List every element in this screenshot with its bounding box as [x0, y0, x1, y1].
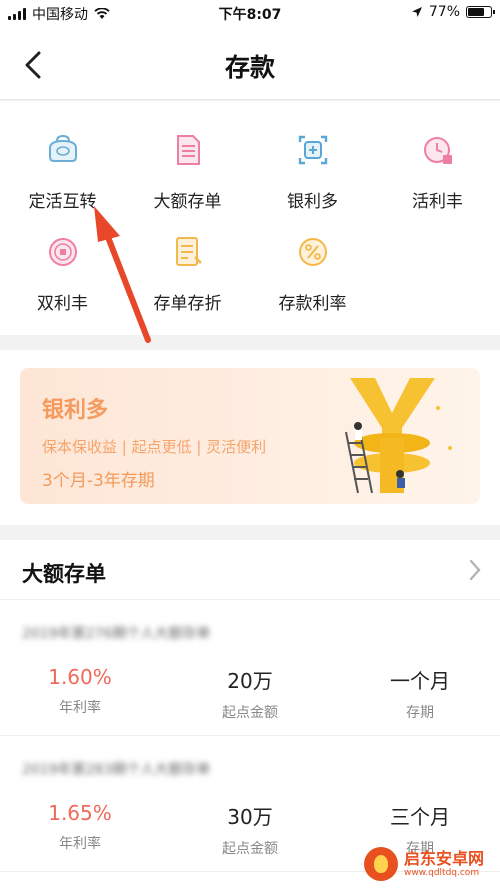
min-amount-value: 30万 [227, 805, 273, 829]
min-amount-label: 起点金额 [222, 841, 278, 857]
product-name: 2019年第283期个人大额存单 [22, 762, 211, 778]
menu-item-label: 存单存折 [153, 294, 222, 314]
banner-subtitle: 保本保收益 | 起点更低 | 灵活便利 [42, 438, 267, 456]
term-label: 存期 [406, 705, 434, 721]
bank-card-icon [298, 135, 327, 165]
menu-item-large-deposit[interactable]: 大额存单 [125, 133, 250, 212]
battery-icon [466, 6, 495, 18]
menu-item-label: 定活互转 [28, 192, 97, 212]
rate-column: 1.65% 年利率 [0, 801, 160, 853]
menu-item-label: 双利丰 [37, 294, 88, 314]
term-value: 三个月 [390, 805, 450, 829]
large-deposit-header[interactable]: 大额存单 [0, 540, 500, 600]
menu-item-shuanglifeng[interactable]: 双利丰 [0, 235, 125, 314]
banner-title: 银利多 [42, 398, 109, 423]
menu-item-yinliduo[interactable]: 银利多 [250, 133, 375, 212]
page-title: 存款 [224, 53, 275, 82]
term-column: 一个月 存期 [340, 665, 500, 722]
menu-item-passbook[interactable]: 存单存折 [125, 235, 250, 314]
menu-item-label: 大额存单 [153, 192, 222, 212]
banner-term: 3个月-3年存期 [42, 471, 155, 491]
nav-bar: 存款 [0, 26, 500, 100]
battery-percent: 77% [428, 4, 460, 20]
min-amount-column: 20万 起点金额 [170, 665, 330, 722]
banner-section: 银利多 保本保收益 | 起点更低 | 灵活便利 3个月-3年存期 [0, 350, 500, 525]
menu-item-label: 活利丰 [412, 192, 463, 212]
menu-item-deposit-rate[interactable]: 存款利率 [250, 235, 375, 314]
menu-item-huolifeng[interactable]: 活利丰 [375, 133, 500, 212]
rate-label: 年利率 [59, 836, 101, 852]
term-value: 一个月 [390, 669, 450, 693]
document-icon [176, 135, 200, 165]
product-name: 2019年第276期个人大额存单 [22, 626, 211, 642]
min-amount-column: 30万 起点金额 [170, 801, 330, 858]
watermark-url: www.qdltdq.com [404, 868, 480, 878]
rate-value: 1.60% [48, 665, 112, 689]
watermark-name: 启东安卓网 [404, 849, 485, 868]
menu-item-label: 存款利率 [278, 294, 347, 314]
clock-icon [423, 137, 452, 164]
min-amount-value: 20万 [227, 669, 273, 693]
deposit-transfer-icon [48, 134, 77, 162]
menu-item-deposit-transfer[interactable]: 定活互转 [0, 133, 125, 212]
chevron-right-icon[interactable] [468, 558, 482, 582]
status-right: 77% [411, 4, 495, 20]
passbook-icon [175, 237, 202, 266]
coin-icon [48, 238, 77, 266]
large-deposit-section: 大额存单 2019年第276期个人大额存单 1.60% 年利率 20万 起点金额… [0, 540, 500, 889]
product-row[interactable]: 2019年第276期个人大额存单 1.60% 年利率 20万 起点金额 一个月 … [0, 601, 500, 736]
min-amount-label: 起点金额 [222, 705, 278, 721]
promo-banner[interactable]: 银利多 保本保收益 | 起点更低 | 灵活便利 3个月-3年存期 [20, 368, 480, 504]
watermark: 启东安卓网 www.qdltdq.com [364, 843, 494, 885]
rate-value: 1.65% [48, 801, 112, 825]
status-bar: 中国移动 下午8:07 77% [0, 0, 500, 26]
watermark-logo-icon [364, 847, 398, 881]
location-icon [411, 7, 422, 17]
service-grid: 定活互转 大额存单 银利多 活利丰 双利丰 存单存折 存款利率 [0, 101, 500, 335]
banner-illustration [345, 378, 452, 494]
menu-item-label: 银利多 [287, 192, 338, 212]
watermark-text: 启东安卓网 www.qdltdq.com [404, 849, 485, 879]
rate-column: 1.60% 年利率 [0, 665, 160, 717]
section-title: 大额存单 [22, 562, 106, 586]
rate-label: 年利率 [59, 700, 101, 716]
percent-icon [298, 238, 327, 266]
